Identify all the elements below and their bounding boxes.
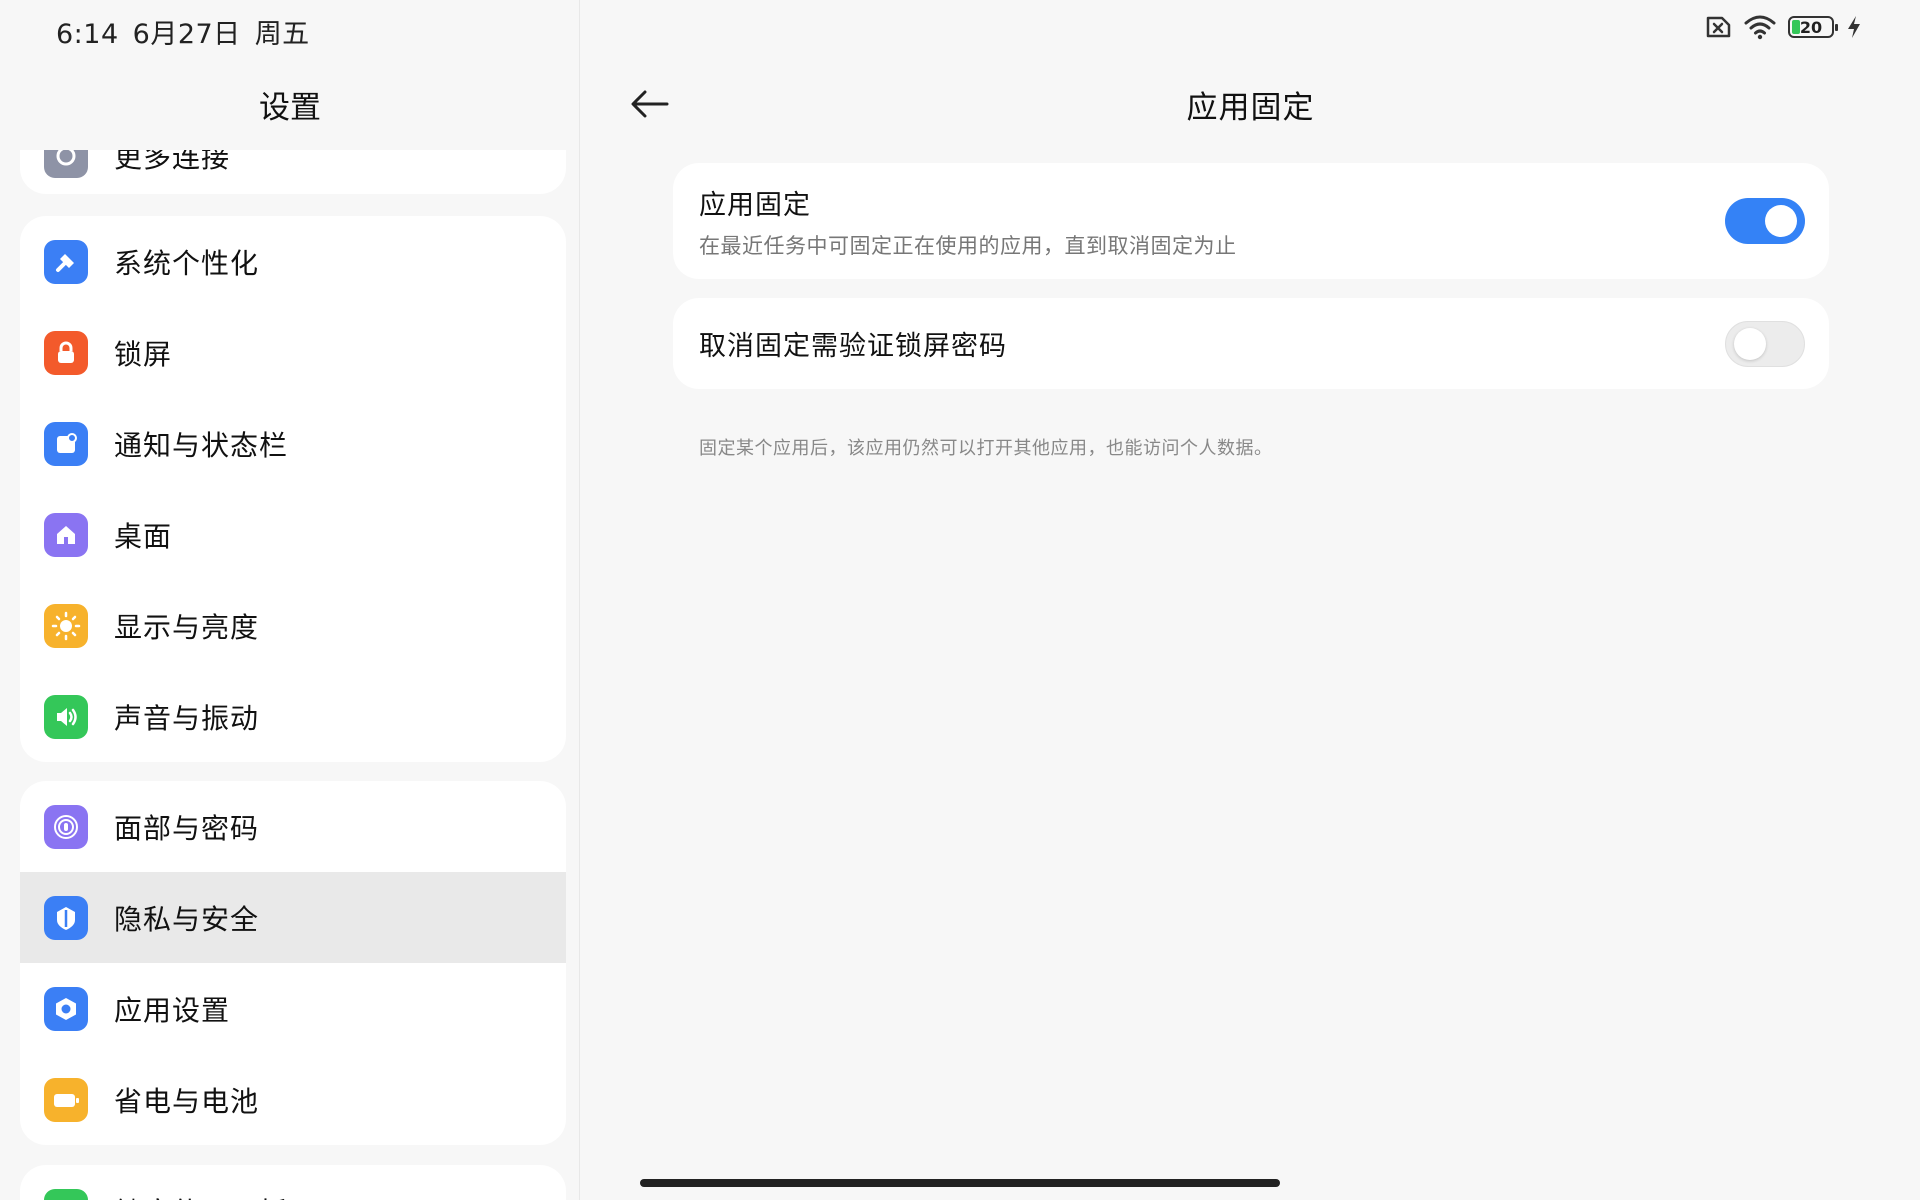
footnote: 固定某个应用后，该应用仍然可以打开其他应用，也能访问个人数据。 — [699, 438, 1273, 459]
home-icon — [44, 512, 88, 557]
battery-saver-icon — [44, 1077, 88, 1122]
setting-require-lock-password[interactable]: 取消固定需验证锁屏密码 — [673, 298, 1829, 389]
sidebar-item-battery[interactable]: 省电与电池 — [20, 1054, 566, 1145]
sidebar-item-wellbeing[interactable]: 健康使用平板 — [20, 1165, 566, 1200]
status-weekday: 周五 — [254, 19, 310, 50]
setting-text: 应用固定 在最近任务中可固定正在使用的应用，直到取消固定为止 — [699, 183, 1725, 260]
battery-icon: 20 — [1788, 16, 1838, 38]
privacy-shield-icon — [44, 895, 88, 940]
sidebar-item-label: 省电与电池 — [114, 1084, 260, 1118]
setting-title: 应用固定 — [699, 189, 811, 221]
sidebar-item-lock-screen[interactable]: 锁屏 — [20, 307, 566, 398]
sidebar-item-display[interactable]: 显示与亮度 — [20, 580, 566, 671]
sidebar-item-label: 健康使用平板 — [114, 1191, 288, 1200]
setting-text: 取消固定需验证锁屏密码 — [699, 324, 1725, 363]
detail-pane: 应用固定 应用固定 在最近任务中可固定正在使用的应用，直到取消固定为止 取消固定… — [581, 0, 1920, 1200]
detail-title: 应用固定 — [1186, 90, 1315, 126]
sidebar-item-label: 锁屏 — [114, 337, 173, 371]
require-password-toggle[interactable] — [1725, 320, 1805, 367]
personalization-icon — [44, 239, 88, 284]
wellbeing-icon — [44, 1188, 88, 1200]
status-time: 6:14 — [56, 19, 119, 50]
sidebar-item-sound[interactable]: 声音与振动 — [20, 671, 566, 762]
setting-subtitle: 在最近任务中可固定正在使用的应用，直到取消固定为止 — [699, 233, 1237, 258]
notification-icon — [44, 421, 88, 466]
toggle-knob — [1765, 205, 1797, 237]
sidebar-item-label: 系统个性化 — [114, 246, 260, 280]
sidebar-group-display: 系统个性化 锁屏 通知与状态栏 桌面 显示与亮度 声音与振动 — [20, 216, 566, 762]
app-pinning-toggle[interactable] — [1725, 198, 1805, 244]
sidebar-item-label: 桌面 — [114, 519, 173, 553]
sidebar-item-app-settings[interactable]: 应用设置 — [20, 963, 566, 1054]
sidebar-item-label: 应用设置 — [114, 993, 231, 1027]
sidebar-item-label: 面部与密码 — [114, 811, 260, 845]
face-password-icon — [44, 804, 88, 849]
sidebar-item-label: 通知与状态栏 — [114, 428, 289, 462]
sidebar-item-personalization[interactable]: 系统个性化 — [20, 216, 566, 307]
sun-icon — [44, 603, 88, 648]
sidebar-item-face-password[interactable]: 面部与密码 — [20, 781, 566, 872]
app-settings-icon — [44, 986, 88, 1031]
speaker-icon — [44, 694, 88, 739]
settings-sidebar: 更多连接 设置 系统个性化 锁屏 通知与状态栏 桌面 显示与亮度 声音与振动 面… — [0, 0, 580, 1200]
sidebar-item-label: 声音与振动 — [114, 701, 260, 735]
sidebar-item-privacy-security[interactable]: 隐私与安全 — [20, 872, 566, 963]
battery-fill — [1792, 20, 1800, 34]
toggle-knob — [1734, 327, 1766, 360]
sidebar-item-desktop[interactable]: 桌面 — [20, 489, 566, 580]
sidebar-group-security: 面部与密码 隐私与安全 应用设置 省电与电池 — [20, 781, 566, 1145]
wifi-icon — [1744, 15, 1776, 40]
screen: 更多连接 设置 系统个性化 锁屏 通知与状态栏 桌面 显示与亮度 声音与振动 面… — [0, 0, 1920, 1200]
sidebar-item-label: 显示与亮度 — [114, 610, 260, 644]
status-date: 6月27日 — [132, 19, 241, 50]
setting-app-pinning[interactable]: 应用固定 在最近任务中可固定正在使用的应用，直到取消固定为止 — [673, 163, 1829, 279]
no-sim-icon — [1706, 16, 1731, 38]
setting-title: 取消固定需验证锁屏密码 — [699, 331, 1007, 362]
sidebar-item-notifications[interactable]: 通知与状态栏 — [20, 398, 566, 489]
page-title: 设置 — [259, 90, 321, 126]
sidebar-group-wellbeing: 健康使用平板 — [20, 1165, 566, 1200]
charging-icon — [1848, 16, 1860, 38]
status-icons: 20 — [1702, 14, 1862, 40]
sidebar-item-label: 隐私与安全 — [114, 902, 260, 936]
status-clock: 6:14 6月27日 周五 — [56, 12, 324, 51]
home-indicator[interactable] — [640, 1179, 1280, 1187]
lock-icon — [44, 330, 88, 375]
battery-level: 20 — [1799, 17, 1823, 37]
